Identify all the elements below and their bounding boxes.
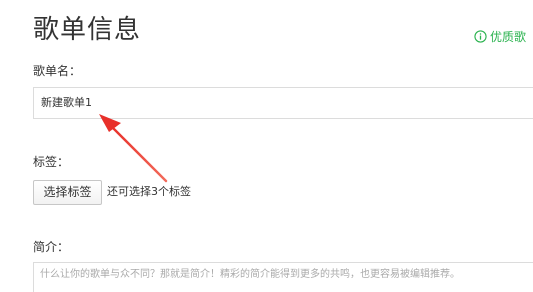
tags-label: 标签： [33, 155, 70, 169]
intro-textarea[interactable]: 什么让你的歌单与众不同？那就是简介！精彩的简介能得到更多的共鸣，也更容易被编辑推… [33, 262, 533, 292]
annotation-arrow-shaft [110, 125, 168, 183]
playlist-name-input[interactable]: 新建歌单1 [33, 87, 533, 119]
select-tags-button[interactable]: 选择标签 [33, 180, 102, 205]
quality-tip-text: 优质歌 [490, 29, 527, 44]
page-title: 歌单信息 [33, 15, 142, 45]
info-circle-icon [474, 29, 487, 43]
intro-label: 简介： [33, 240, 70, 254]
tags-remaining-hint: 还可选择3个标签 [107, 185, 191, 198]
quality-tip[interactable]: 优质歌 [474, 28, 526, 44]
playlist-info-page: 歌单信息 优质歌 歌单名： 新建歌单1 标签： 选择标签 还可选择3个标签 简介… [0, 0, 533, 292]
playlist-name-label: 歌单名： [33, 64, 82, 78]
